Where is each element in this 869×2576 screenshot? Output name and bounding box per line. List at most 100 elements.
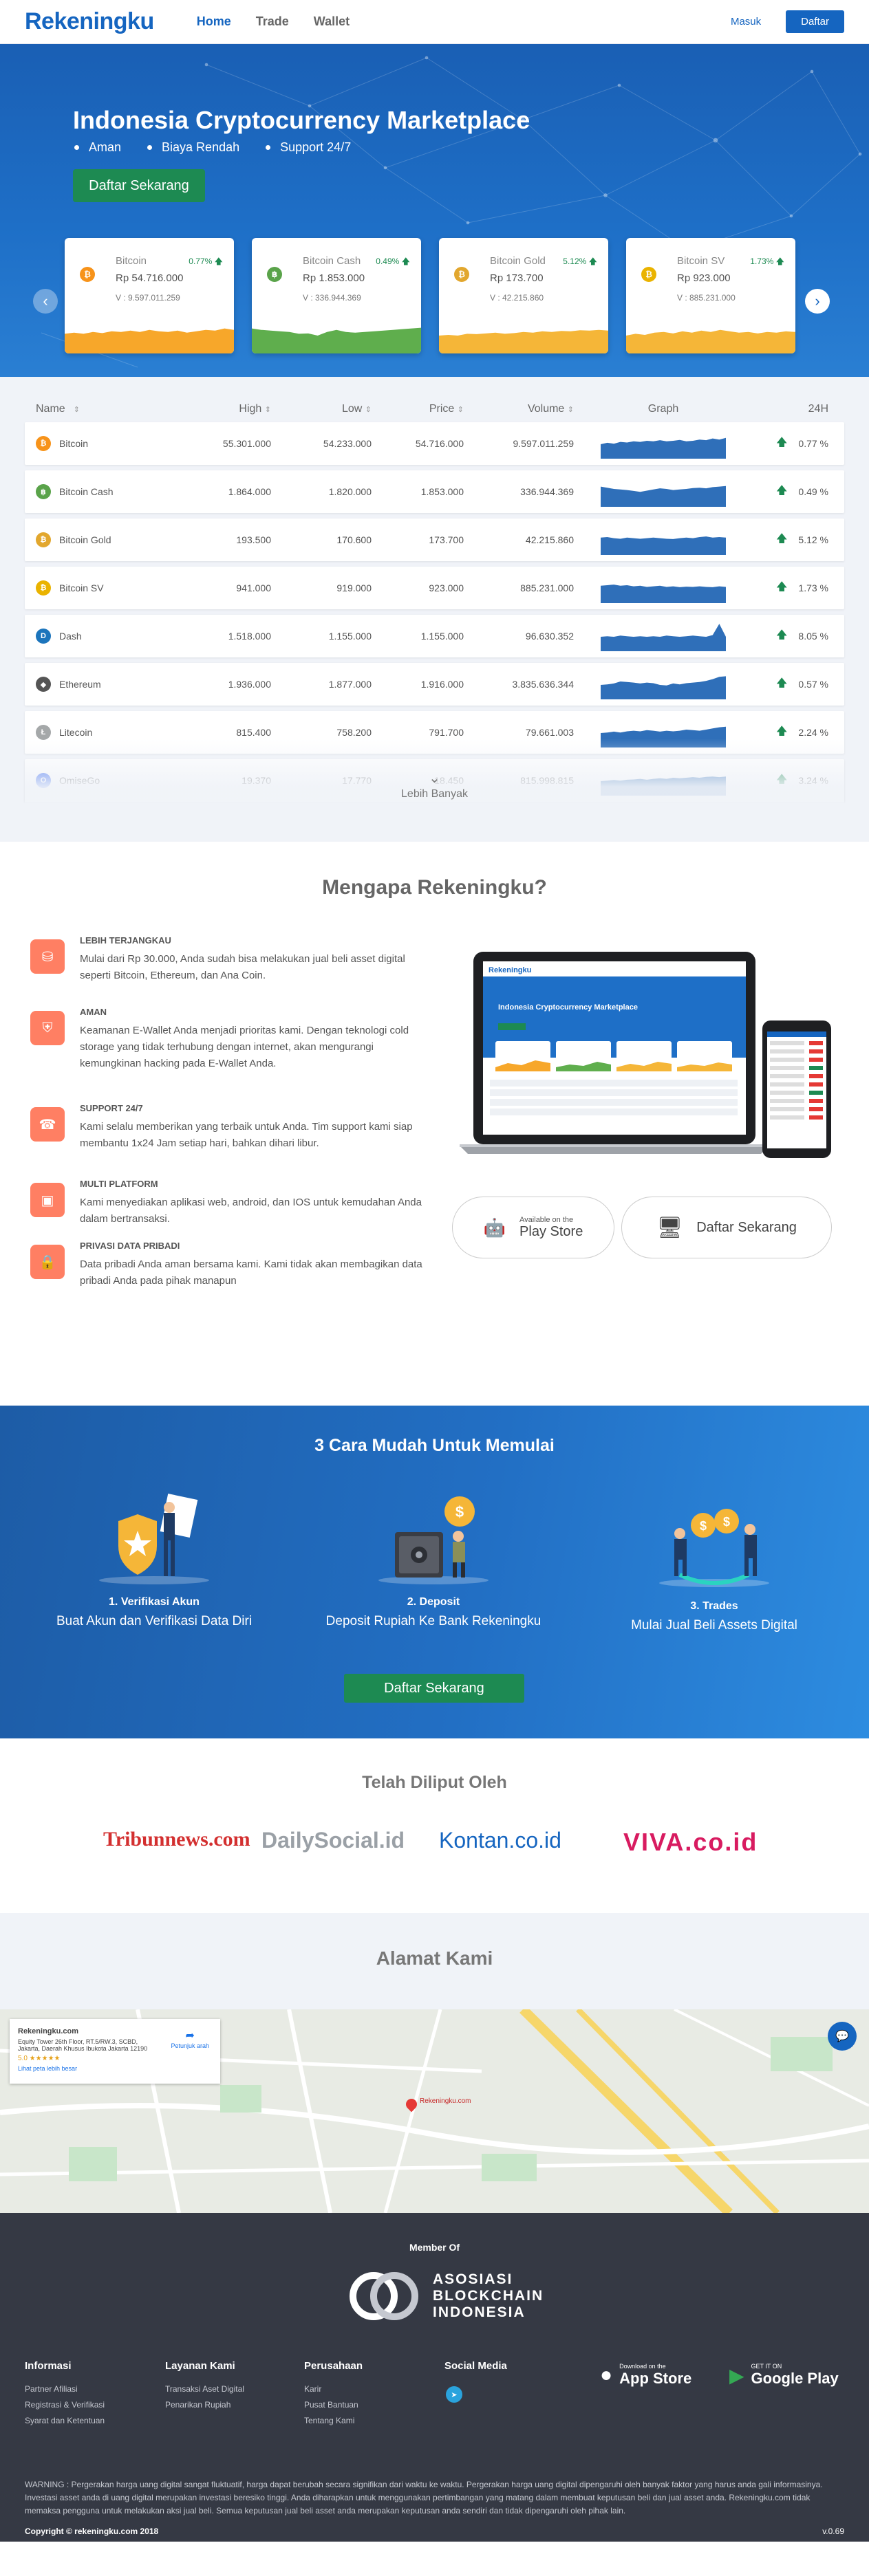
- steps-register-button[interactable]: Daftar Sekarang: [344, 1674, 524, 1703]
- directions-icon: ➦: [185, 2030, 195, 2042]
- sparkline-area: [439, 329, 608, 353]
- svg-text:$: $: [700, 1519, 707, 1533]
- col-price-header[interactable]: Price ⇕: [372, 403, 464, 415]
- cell-volume: 96.630.352: [525, 631, 574, 642]
- map-embed[interactable]: Rekeningku.com Equity Tower 26th Floor, …: [0, 2009, 869, 2213]
- svg-text:$: $: [455, 1503, 464, 1520]
- copyright: Copyright © rekeningku.com 2018: [25, 2526, 159, 2536]
- cell-volume: 3.835.636.344: [512, 679, 574, 690]
- table-row[interactable]: D Dash 1.518.000 1.155.000 1.155.000 96.6…: [25, 615, 844, 657]
- map-larger-link[interactable]: Lihat peta lebih besar: [18, 2065, 212, 2072]
- kontan-logo[interactable]: Kontan.co.id: [439, 1828, 561, 1853]
- viva-logo[interactable]: VIVA.co.id: [623, 1828, 758, 1857]
- table-row[interactable]: ₿ Bitcoin 55.301.000 54.233.000 54.716.00…: [25, 422, 844, 465]
- shield-star-icon: [99, 1494, 209, 1584]
- arrow-up-icon: 🡅: [775, 677, 788, 689]
- col-high-header[interactable]: High ⇕: [187, 403, 271, 415]
- col-volume-header[interactable]: Volume ⇕: [464, 403, 574, 415]
- app-store-button[interactable]: ● Download on the App Store: [600, 2363, 691, 2388]
- sparkline-area: [601, 676, 726, 699]
- chat-icon[interactable]: 💬: [828, 2022, 857, 2051]
- col-name-header[interactable]: Name ⇕: [36, 403, 187, 415]
- arrow-up-icon: 🡅: [588, 256, 597, 266]
- nav-home-link[interactable]: Home: [197, 14, 231, 29]
- footer-link[interactable]: Pusat Bantuan: [304, 2400, 363, 2410]
- reason-title: LEBIH TERJANGKAU: [80, 935, 171, 946]
- table-row[interactable]: ฿ Bitcoin Cash 1.864.000 1.820.000 1.853.…: [25, 470, 844, 513]
- table-row[interactable]: ◆ Ethereum 1.936.000 1.877.000 1.916.000 …: [25, 663, 844, 706]
- coin-icon: ₿: [454, 267, 469, 282]
- hero-register-button[interactable]: Daftar Sekarang: [73, 169, 205, 202]
- cell-high: 55.301.000: [222, 438, 271, 449]
- col-low-header[interactable]: Low ⇕: [271, 403, 372, 415]
- coin-carousel: ₿ Bitcoin 0.77% 🡅 Rp 54.716.000 V : 9.59…: [65, 238, 795, 353]
- register-button[interactable]: Daftar: [786, 10, 844, 33]
- abi-logo[interactable]: ASOSIASI BLOCKCHAIN INDONESIA: [346, 2265, 544, 2327]
- footer-link[interactable]: Syarat dan Ketentuan: [25, 2416, 105, 2425]
- devices-icon: ▣: [30, 1183, 65, 1217]
- coin-card[interactable]: ₿ Bitcoin SV 1.73% 🡅 Rp 923.000 V : 885.…: [626, 238, 795, 353]
- cell-graph: [594, 669, 732, 699]
- footer-link[interactable]: Registrasi & Verifikasi: [25, 2400, 105, 2410]
- feature-item: Biaya Rendah: [147, 140, 239, 155]
- step-desc: Mulai Jual Beli Assets Digital: [631, 1618, 797, 1633]
- tribunnews-logo[interactable]: Tribunnews.com: [103, 1828, 250, 1851]
- cell-price: 923.000: [429, 582, 464, 593]
- coin-card[interactable]: ฿ Bitcoin Cash 0.49% 🡅 Rp 1.853.000 V : …: [252, 238, 421, 353]
- carousel-prev-button[interactable]: ‹: [33, 289, 58, 314]
- register-web-button[interactable]: 🖥 Daftar Sekarang: [621, 1197, 832, 1258]
- mockup-logo: Rekeningku: [489, 966, 531, 974]
- cell-high: 815.400: [236, 727, 271, 738]
- exchange-icon: $ $: [659, 1509, 769, 1587]
- telegram-icon[interactable]: ➤: [446, 2386, 462, 2403]
- play-store-button[interactable]: 🤖 Available on the Play Store: [452, 1197, 614, 1258]
- coin-name: Bitcoin Gold: [59, 534, 111, 545]
- step-title: 3. Trades: [690, 1600, 738, 1612]
- coin-icon: ₿: [641, 267, 656, 282]
- cell-graph: [594, 573, 732, 603]
- cell-low: 919.000: [336, 582, 372, 593]
- carousel-next-button[interactable]: ›: [805, 289, 830, 314]
- step-verify: 1. Verifikasi Akun Buat Akun dan Verifik…: [44, 1491, 264, 1629]
- footer-link[interactable]: Penarikan Rupiah: [165, 2400, 244, 2410]
- logo[interactable]: Rekeningku: [25, 8, 154, 35]
- footer-link[interactable]: Tentang Kami: [304, 2416, 363, 2425]
- cell-volume: 79.661.003: [525, 727, 574, 738]
- google-play-button[interactable]: ▶ GET IT ON Google Play: [729, 2363, 839, 2388]
- sparkline-area: [601, 624, 726, 651]
- dailysocial-logo[interactable]: DailySocial.id: [261, 1828, 405, 1853]
- cell-price: 1.155.000: [420, 631, 464, 642]
- nav-trade-link[interactable]: Trade: [256, 14, 289, 29]
- coin-card[interactable]: ₿ Bitcoin Gold 5.12% 🡅 Rp 173.700 V : 42…: [439, 238, 608, 353]
- sparkline-area: [601, 485, 726, 507]
- footer-link[interactable]: Transaksi Aset Digital: [165, 2384, 244, 2394]
- footer-link[interactable]: Partner Afiliasi: [25, 2384, 105, 2394]
- show-more-button[interactable]: ⌄ Lebih Banyak: [0, 769, 869, 800]
- coin-sparkline: [65, 328, 234, 353]
- table-row[interactable]: ₿ Bitcoin SV 941.000 919.000 923.000 885.…: [25, 567, 844, 609]
- table-header: Name ⇕ High ⇕ Low ⇕ Price ⇕ Volume ⇕ Grap…: [25, 396, 844, 422]
- cell-low: 170.600: [336, 534, 372, 545]
- reason-item: ▣ MULTI PLATFORM Kami menyediakan aplikas…: [30, 1179, 429, 1227]
- table-row[interactable]: ₿ Bitcoin Gold 193.500 170.600 173.700 42…: [25, 519, 844, 561]
- coin-name: Ethereum: [59, 679, 101, 690]
- map-place-address: Equity Tower 26th Floor, RT.5/RW.3, SCBD…: [18, 2038, 148, 2052]
- map-directions-button[interactable]: ➦ Petunjuk arah: [171, 2029, 209, 2049]
- step-deposit: $ 2. Deposit Deposit Rupiah Ke Bank Reke…: [323, 1491, 544, 1629]
- coin-card[interactable]: ₿ Bitcoin 0.77% 🡅 Rp 54.716.000 V : 9.59…: [65, 238, 234, 353]
- bullet-icon: [266, 145, 271, 150]
- cell-high: 1.864.000: [228, 486, 271, 497]
- login-link[interactable]: Masuk: [731, 16, 761, 28]
- arrow-up-icon: 🡅: [214, 256, 223, 266]
- cell-graph: [594, 525, 732, 555]
- coin-price: Rp 1.853.000: [303, 272, 365, 284]
- footer-link[interactable]: Karir: [304, 2384, 363, 2394]
- coin-volume: V : 885.231.000: [677, 293, 736, 303]
- sparkline-area: [252, 327, 421, 353]
- arrow-up-icon: 🡅: [775, 580, 788, 593]
- safe-coin-icon: $: [378, 1496, 489, 1584]
- cell-low: 1.877.000: [328, 679, 372, 690]
- coin-price: Rp 54.716.000: [116, 272, 184, 284]
- nav-wallet-link[interactable]: Wallet: [314, 14, 350, 29]
- coin-icon: ฿: [36, 484, 51, 499]
